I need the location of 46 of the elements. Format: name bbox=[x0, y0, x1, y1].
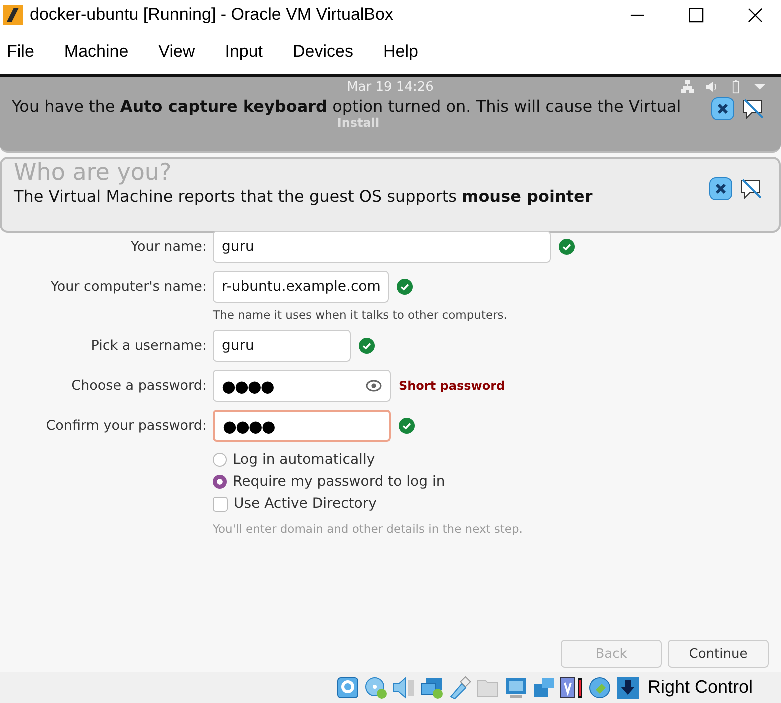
menu-item[interactable]: File bbox=[7, 42, 34, 62]
checkbox[interactable] bbox=[213, 496, 228, 512]
menu-item[interactable]: Machine bbox=[64, 42, 129, 62]
optical-disc-icon[interactable] bbox=[364, 676, 388, 700]
radio-button[interactable] bbox=[213, 453, 227, 467]
wizard-button[interactable]: Continue bbox=[668, 640, 769, 668]
usb-icon[interactable] bbox=[448, 676, 472, 700]
note-text: You'll enter domain and other details in the next step. bbox=[213, 522, 524, 536]
menu-item[interactable]: Devices bbox=[293, 42, 354, 62]
field-label: Confirm your password: bbox=[45, 417, 207, 436]
speaker-icon[interactable] bbox=[392, 676, 416, 700]
menu-item[interactable]: Help bbox=[384, 42, 418, 62]
display-icon[interactable] bbox=[504, 676, 528, 700]
host-key-text: Right Control bbox=[648, 677, 753, 698]
close-icon[interactable] bbox=[709, 177, 733, 201]
field-label: Your name: bbox=[130, 238, 207, 257]
field-label: Your computer's name: bbox=[50, 278, 207, 297]
no-message-icon[interactable] bbox=[739, 177, 763, 201]
notification-text: You have the Auto capture keyboard option turned on. This will cause the Virtual bbox=[12, 97, 682, 116]
maximize-icon[interactable] bbox=[689, 8, 704, 22]
clock-text: Mar 19 14:26 bbox=[347, 80, 434, 94]
error-text: Short password bbox=[399, 379, 506, 393]
no-message-icon[interactable] bbox=[741, 97, 765, 121]
field-label: Pick a username: bbox=[90, 337, 207, 356]
banner-heading: Who are you? bbox=[14, 159, 173, 187]
radio-button[interactable] bbox=[213, 475, 227, 489]
field-label: Choose a password: bbox=[70, 377, 207, 396]
menu-item[interactable]: View bbox=[158, 42, 196, 62]
option-control[interactable]: Log in automatically bbox=[213, 452, 781, 468]
input-field[interactable]: guru bbox=[213, 330, 351, 362]
input-field[interactable]: ●●●● bbox=[213, 410, 391, 442]
window-title: docker-ubuntu [Running] - Oracle VM VirtualBox bbox=[30, 5, 394, 25]
input-field[interactable]: ●●●● bbox=[213, 370, 391, 402]
option-control[interactable]: Use Active Directory bbox=[213, 496, 781, 512]
input-field[interactable]: guru bbox=[213, 231, 551, 263]
close-icon[interactable] bbox=[748, 8, 763, 22]
menu-item[interactable]: Input bbox=[225, 42, 264, 62]
input-field[interactable]: r-ubuntu.example.com bbox=[213, 271, 389, 303]
banner-heading: Install bbox=[337, 116, 380, 130]
hint-text: The name it uses when it talks to other computers. bbox=[213, 308, 508, 322]
network-icon[interactable] bbox=[420, 676, 444, 700]
eye-icon[interactable] bbox=[366, 378, 382, 394]
notification-text: The Virtual Machine reports that the guest OS supports mouse pointer bbox=[14, 187, 594, 206]
download-icon[interactable] bbox=[616, 676, 640, 700]
option-control[interactable]: Require my password to log in bbox=[213, 474, 781, 490]
app-icon bbox=[2, 4, 24, 26]
